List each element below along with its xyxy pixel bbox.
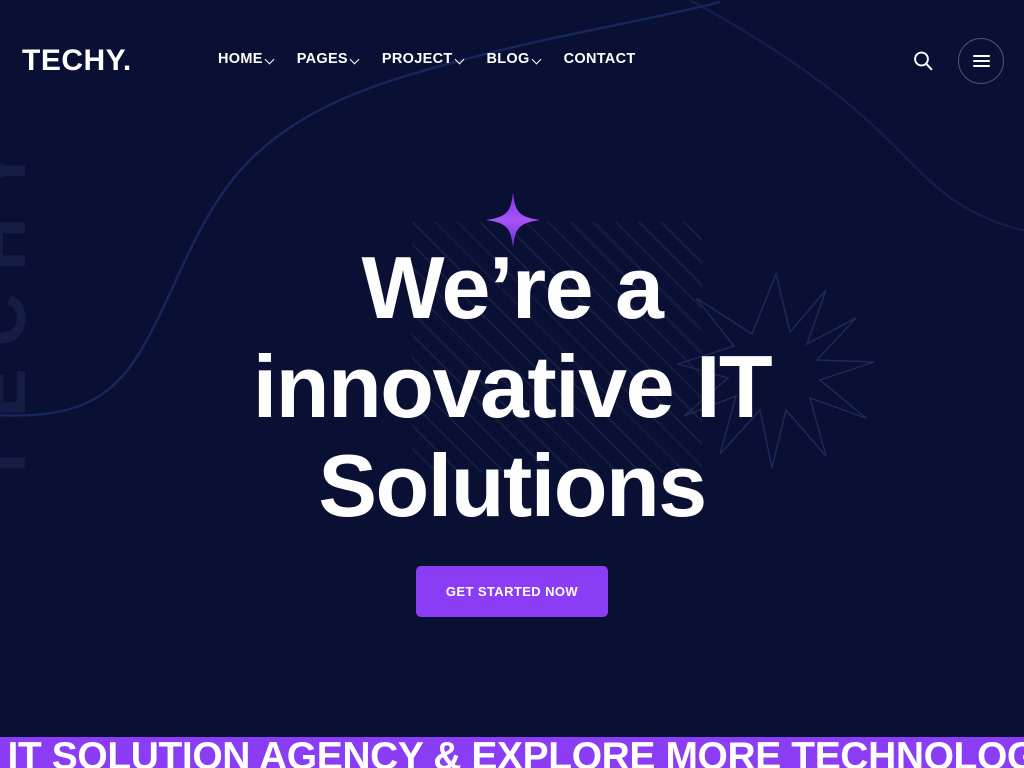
marquee-text: XT IT SOLUTION AGENCY & EXPLORE MORE TEC… [0,737,1024,768]
chevron-down-icon [351,56,360,65]
search-button[interactable] [910,48,936,74]
nav-label-contact: CONTACT [563,51,636,67]
nav-label-project: PROJECT [381,51,453,67]
nav-label-blog: BLOG [486,51,530,67]
hamburger-menu-button[interactable] [958,38,1004,84]
nav-item-blog[interactable]: BLOG [487,48,542,70]
hero-title-line-3: Solutions [318,436,707,535]
hamburger-icon [972,55,990,67]
chevron-down-icon [533,56,542,65]
hero-title-line-1: We’re a [361,238,664,337]
site-header: TECHY. HOME PAGES PROJECT BLOG CONTACT [0,0,1024,118]
site-logo[interactable]: TECHY. [22,44,132,78]
nav-label-pages: PAGES [296,51,348,67]
nav-item-contact[interactable]: CONTACT [564,48,636,70]
chevron-down-icon [266,56,275,65]
header-actions [910,38,1004,84]
main-navigation: HOME PAGES PROJECT BLOG CONTACT [218,48,636,70]
nav-label-home: HOME [218,51,263,67]
nav-item-home[interactable]: HOME [218,48,275,70]
cta-container: GET STARTED NOW [0,566,1024,617]
get-started-button[interactable]: GET STARTED NOW [416,566,608,617]
logo-text: TECHY [22,44,123,77]
chevron-down-icon [456,56,465,65]
nav-item-pages[interactable]: PAGES [297,48,360,70]
nav-item-project[interactable]: PROJECT [382,48,465,70]
hero-title-line-2: innovative IT [252,337,773,436]
search-icon [914,51,933,71]
hero-page: TECHY TECHY. HOME PAGES PROJECT BLOG CON… [0,0,1024,768]
hero-title: We’re a innovative IT Solutions [112,238,912,535]
logo-dot: . [122,44,132,77]
marquee-band: XT IT SOLUTION AGENCY & EXPLORE MORE TEC… [0,737,1024,768]
